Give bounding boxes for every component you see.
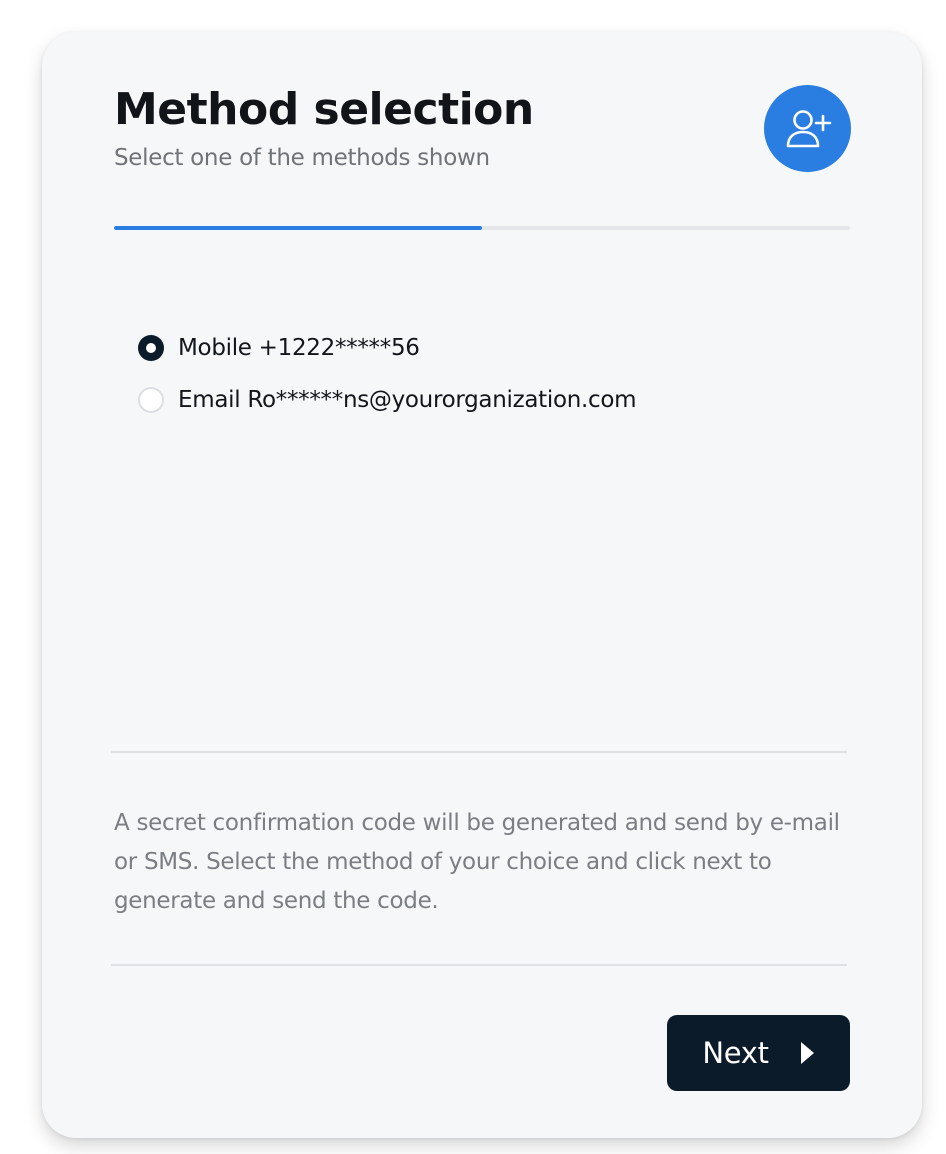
user-plus-icon	[786, 109, 831, 147]
method-radio-group: Mobile +1222*****56 Email Ro******ns@you…	[138, 328, 637, 432]
next-button[interactable]: Next	[667, 1015, 850, 1091]
info-text: A secret confirmation code will be gener…	[114, 810, 840, 914]
next-button-label: Next	[702, 1036, 769, 1070]
radio-mobile[interactable]	[138, 335, 164, 361]
divider	[111, 964, 847, 966]
page-title: Method selection	[114, 84, 534, 135]
method-label-mobile: Mobile +1222*****56	[178, 335, 420, 361]
method-label-email: Email Ro******ns@yourorganization.com	[178, 387, 637, 413]
divider	[111, 751, 847, 753]
method-selection-card: Method selection Select one of the metho…	[42, 32, 922, 1138]
radio-email[interactable]	[138, 387, 164, 413]
step-progress-fill	[114, 226, 482, 230]
method-option-email[interactable]: Email Ro******ns@yourorganization.com	[138, 380, 637, 420]
method-option-mobile[interactable]: Mobile +1222*****56	[138, 328, 636, 368]
user-plus-avatar	[764, 85, 851, 172]
caret-right-icon	[800, 1042, 814, 1064]
page-subtitle: Select one of the methods shown	[114, 145, 490, 171]
step-progress-bar	[114, 226, 850, 230]
